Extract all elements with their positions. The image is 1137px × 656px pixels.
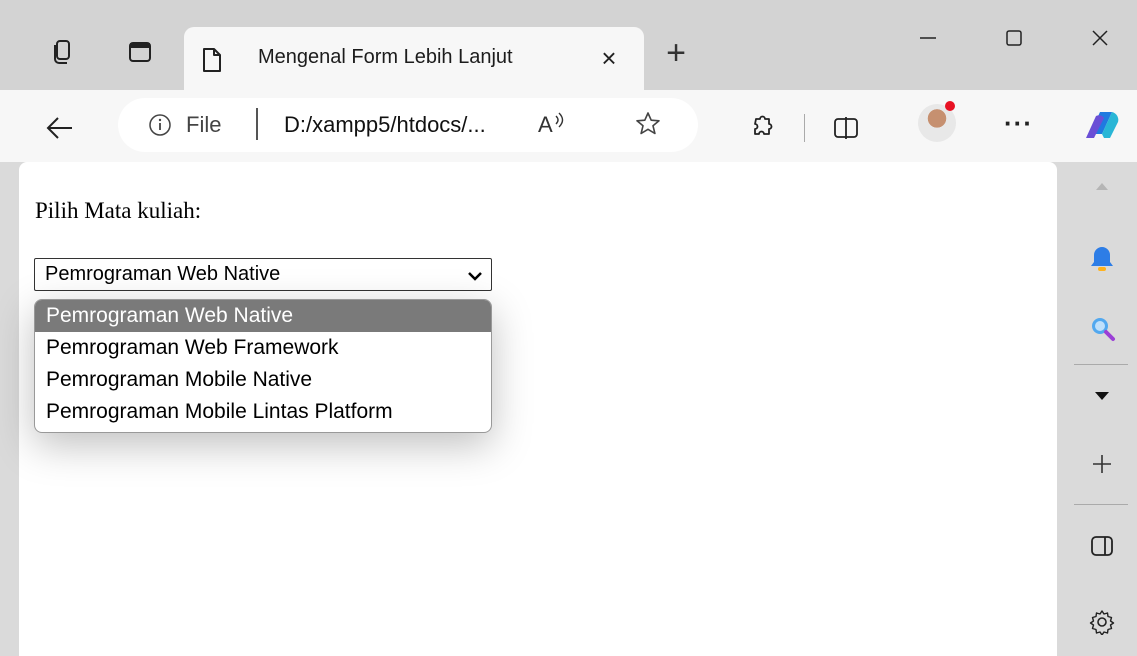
address-bar[interactable]: File D:/xampp5/htdocs/... A — [118, 98, 698, 152]
option-mobile-native[interactable]: Pemrograman Mobile Native — [35, 364, 491, 396]
extensions-icon[interactable] — [740, 108, 780, 148]
close-window-icon[interactable] — [1076, 18, 1124, 58]
option-web-native[interactable]: Pemrograman Web Native — [35, 300, 491, 332]
tab-close-button[interactable]: × — [594, 43, 624, 73]
bell-icon[interactable] — [1082, 238, 1122, 278]
sidebar-divider-2 — [1074, 504, 1128, 505]
option-mobile-lintas-platform[interactable]: Pemrograman Mobile Lintas Platform — [35, 396, 491, 428]
url-text[interactable]: D:/xampp5/htdocs/... — [284, 112, 486, 138]
toolbar-divider — [804, 114, 805, 142]
read-aloud-icon[interactable]: A — [536, 110, 566, 142]
search-icon[interactable] — [1082, 308, 1122, 348]
svg-text:A: A — [538, 112, 553, 136]
sidebar-divider — [1074, 364, 1128, 365]
select-value: Pemrograman Web Native — [45, 263, 281, 285]
toolbar: File D:/xampp5/htdocs/... A — [0, 90, 1137, 162]
info-icon[interactable] — [148, 113, 172, 142]
sidebar-panel-icon[interactable] — [1082, 526, 1122, 566]
page-icon — [202, 47, 222, 78]
workspaces-icon[interactable] — [40, 30, 84, 74]
notification-dot — [945, 101, 955, 111]
page-content: Pilih Mata kuliah: Pemrograman Web Nativ… — [19, 162, 1057, 656]
vertical-tabs-icon[interactable] — [118, 30, 162, 74]
course-select[interactable]: Pemrograman Web Native — [34, 258, 492, 291]
copilot-icon[interactable] — [1082, 104, 1122, 144]
more-icon[interactable]: ··· — [1004, 108, 1033, 139]
scroll-up-icon[interactable] — [1082, 166, 1122, 206]
chevron-down-icon — [467, 269, 483, 287]
favorite-star-icon[interactable] — [634, 110, 662, 143]
select-label: Pilih Mata kuliah: — [35, 198, 202, 223]
minimize-icon[interactable] — [904, 18, 952, 58]
active-tab[interactable]: Mengenal Form Lebih Lanjut × — [184, 27, 644, 90]
address-divider — [256, 108, 258, 140]
edge-sidebar — [1066, 162, 1137, 656]
add-icon[interactable] — [1082, 444, 1122, 484]
settings-icon[interactable] — [1082, 602, 1122, 642]
collapse-icon[interactable] — [1082, 376, 1122, 416]
tab-title: Mengenal Form Lebih Lanjut — [258, 46, 513, 68]
scheme-label: File — [186, 112, 222, 137]
option-web-framework[interactable]: Pemrograman Web Framework — [35, 332, 491, 364]
select-dropdown: Pemrograman Web Native Pemrograman Web F… — [34, 299, 492, 433]
title-bar: Mengenal Form Lebih Lanjut × + — [0, 0, 1137, 90]
back-arrow-icon[interactable] — [40, 108, 80, 148]
new-tab-button[interactable]: + — [654, 32, 698, 76]
split-screen-icon[interactable] — [826, 108, 866, 148]
maximize-icon[interactable] — [990, 18, 1038, 58]
